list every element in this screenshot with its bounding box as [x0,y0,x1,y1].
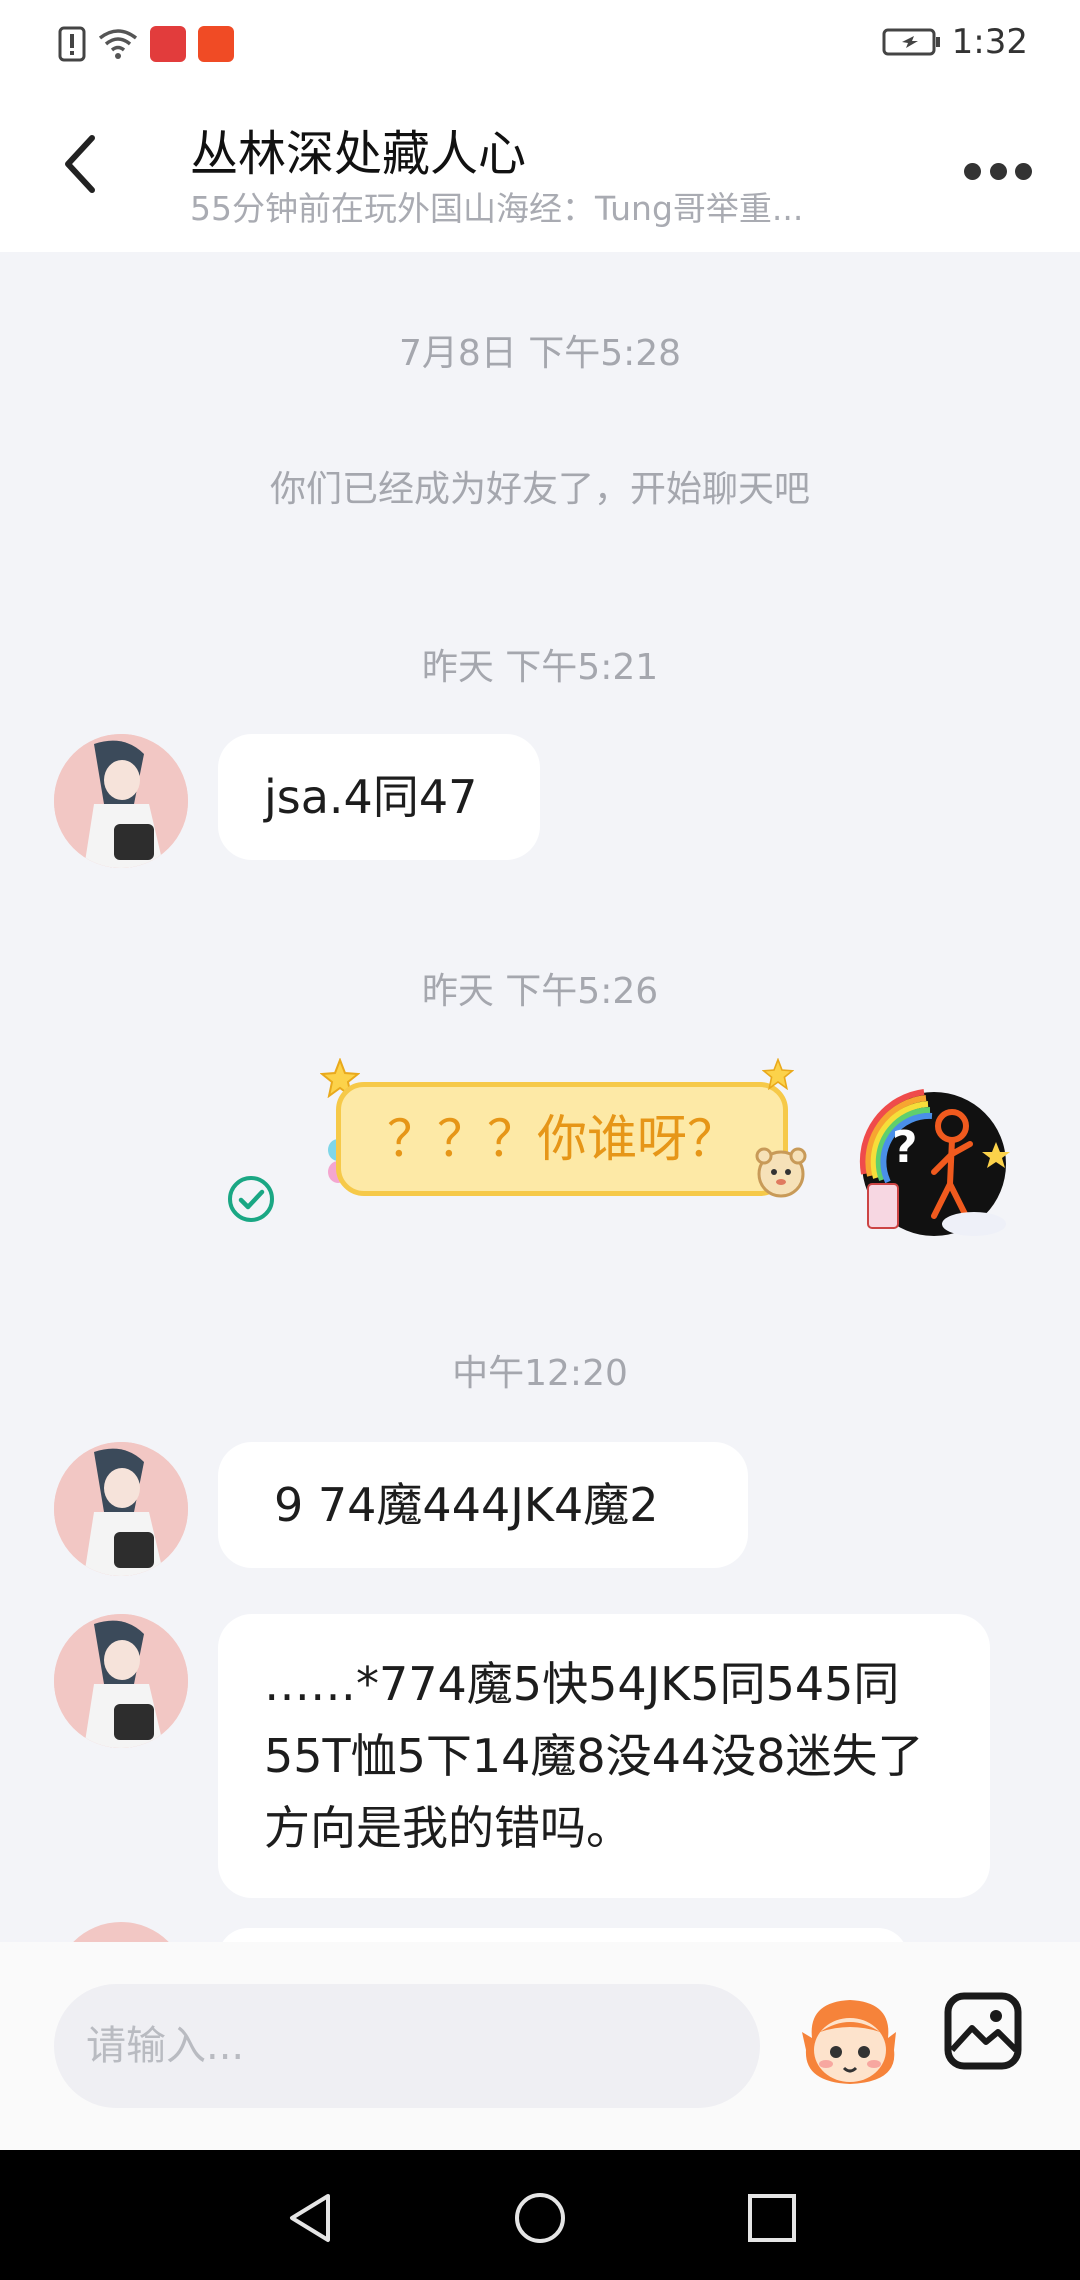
home-circle-icon[interactable] [512,2190,568,2246]
back-arrow-icon [65,135,95,193]
chat-title: 丛林深处藏人心 [190,126,527,182]
status-time: 1:32 [951,22,1028,62]
emoji-sticker-icon[interactable] [798,1992,902,2092]
message-bubble[interactable]: ……*774魔5快54JK5同545同55T恤5下14魔8没44没8迷失了方向是… [218,1614,990,1898]
contact-avatar[interactable] [54,734,188,868]
more-dots-icon [989,162,1007,180]
timestamp: 中午12:20 [452,1353,628,1394]
avatar-image [54,1442,188,1576]
contact-avatar[interactable] [54,1442,188,1576]
status-icons-left [58,26,234,62]
system-nav-bar [0,2150,1080,2280]
recents-square-icon[interactable] [744,2190,800,2246]
message-bubble[interactable] [218,1928,908,1942]
timestamp: 7月8日 下午5:28 [398,333,682,374]
avatar-image [54,734,188,868]
svg-text:?: ? [892,1122,918,1173]
chat-subtitle: 55分钟前在玩外国山海经：Tung哥举重... [190,189,804,228]
back-button[interactable] [60,132,120,212]
app-icon [198,26,234,62]
input-bar [0,1942,1080,2150]
timestamp: 昨天 下午5:21 [421,647,659,688]
sticker-message[interactable]: ？？？你谁呀？ [336,1082,788,1196]
sent-check-icon [228,1176,274,1222]
system-message: 你们已经成为好友了，开始聊天吧 [269,469,810,510]
more-dots-icon [1015,162,1032,180]
timestamp: 昨天 下午5:26 [421,971,659,1012]
image-picker-icon[interactable] [944,1992,1022,2070]
message-bubble[interactable]: jsa.4同47 [218,734,540,860]
huawei-app-icon [150,26,186,62]
avatar-image [54,1614,188,1748]
status-bar: 1:32 [0,0,1080,92]
chat-area[interactable]: 7月8日 下午5:28 你们已经成为好友了，开始聊天吧 昨天 下午5:21 js… [0,252,1080,1942]
my-avatar[interactable]: ? [854,1084,1014,1244]
chat-header: 丛林深处藏人心 55分钟前在玩外国山海经：Tung哥举重... [0,92,1080,252]
back-triangle-icon[interactable] [282,2190,338,2246]
alert-icon [58,26,86,62]
message-bubble[interactable]: 9 74魔444JK4魔2 [218,1442,748,1568]
sticker-star-icon [762,1058,794,1090]
status-icons-right: 1:32 [882,22,1028,62]
message-input[interactable] [54,1984,760,2108]
sticker-bear-icon [755,1147,807,1198]
battery-icon [882,28,940,56]
contact-avatar[interactable] [54,1922,188,1942]
contact-avatar[interactable] [54,1614,188,1748]
wifi-icon [98,29,138,59]
more-dots-icon [964,162,981,180]
more-options-button[interactable] [964,156,1032,186]
